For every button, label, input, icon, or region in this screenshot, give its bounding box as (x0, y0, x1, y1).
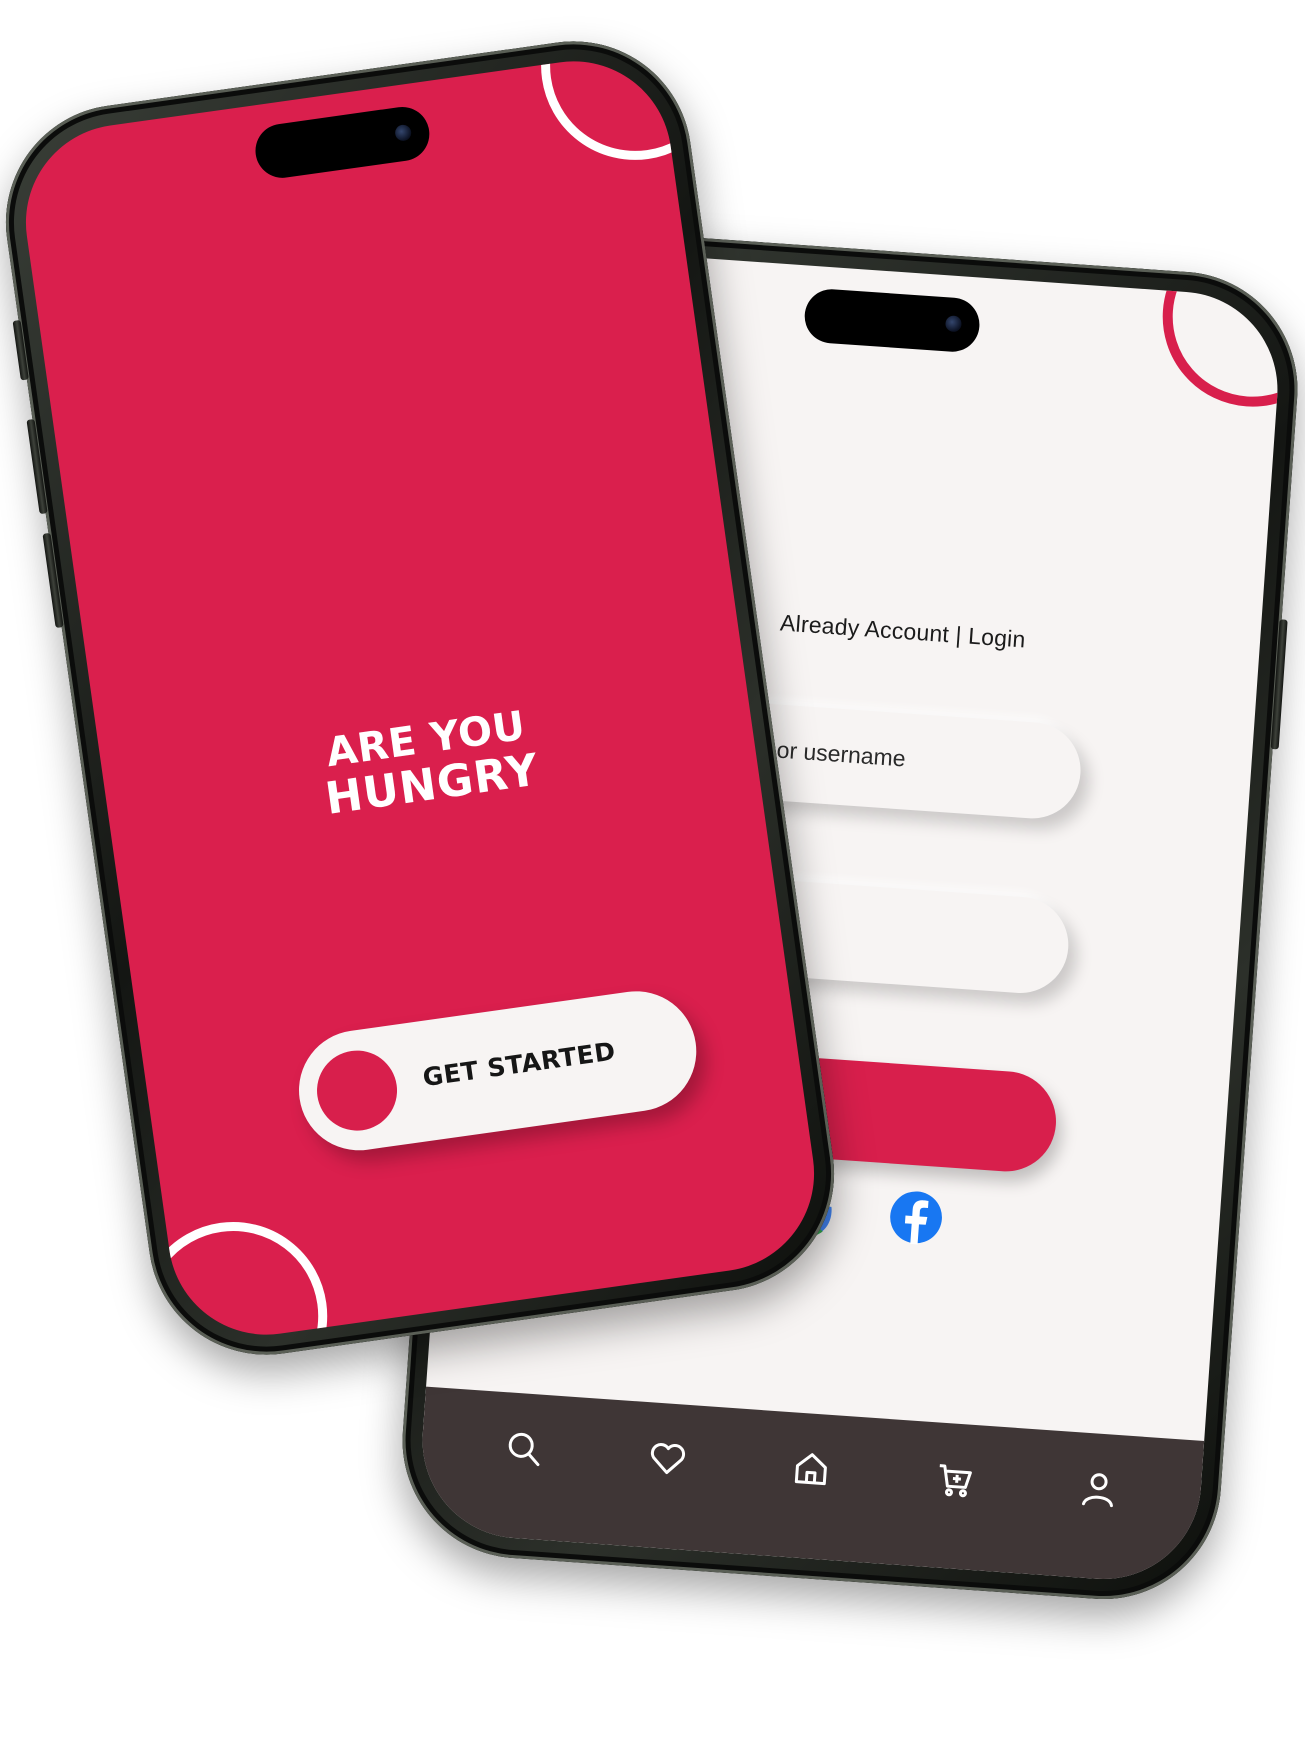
get-started-label: GET STARTED (420, 1036, 618, 1093)
login-link[interactable]: Already Account | Login (779, 609, 1026, 653)
dynamic-island (252, 103, 433, 182)
headline: ARE YOU HUNGRY (101, 673, 758, 855)
side-button (12, 319, 29, 381)
mockup-stage: Already Account | Login ail or username … (0, 0, 1305, 1760)
facebook-icon[interactable] (887, 1189, 945, 1247)
side-button (1270, 619, 1288, 750)
decorative-ring (1156, 244, 1285, 413)
bottom-nav (415, 1386, 1205, 1586)
side-button (26, 418, 48, 515)
search-icon[interactable] (499, 1424, 548, 1473)
get-started-button[interactable]: GET STARTED (291, 983, 705, 1159)
slider-knob[interactable] (311, 1045, 403, 1136)
decorative-ring (127, 1209, 340, 1348)
phone-welcome: ARE YOU HUNGRY GET STARTED (0, 26, 850, 1370)
side-button (42, 532, 64, 629)
decorative-ring (528, 48, 742, 173)
cart-icon[interactable] (930, 1454, 979, 1503)
camera-icon (944, 315, 963, 333)
home-icon[interactable] (787, 1444, 836, 1493)
dynamic-island (802, 287, 982, 354)
heart-icon[interactable] (643, 1434, 692, 1483)
camera-icon (394, 123, 413, 142)
user-icon[interactable] (1074, 1464, 1123, 1513)
